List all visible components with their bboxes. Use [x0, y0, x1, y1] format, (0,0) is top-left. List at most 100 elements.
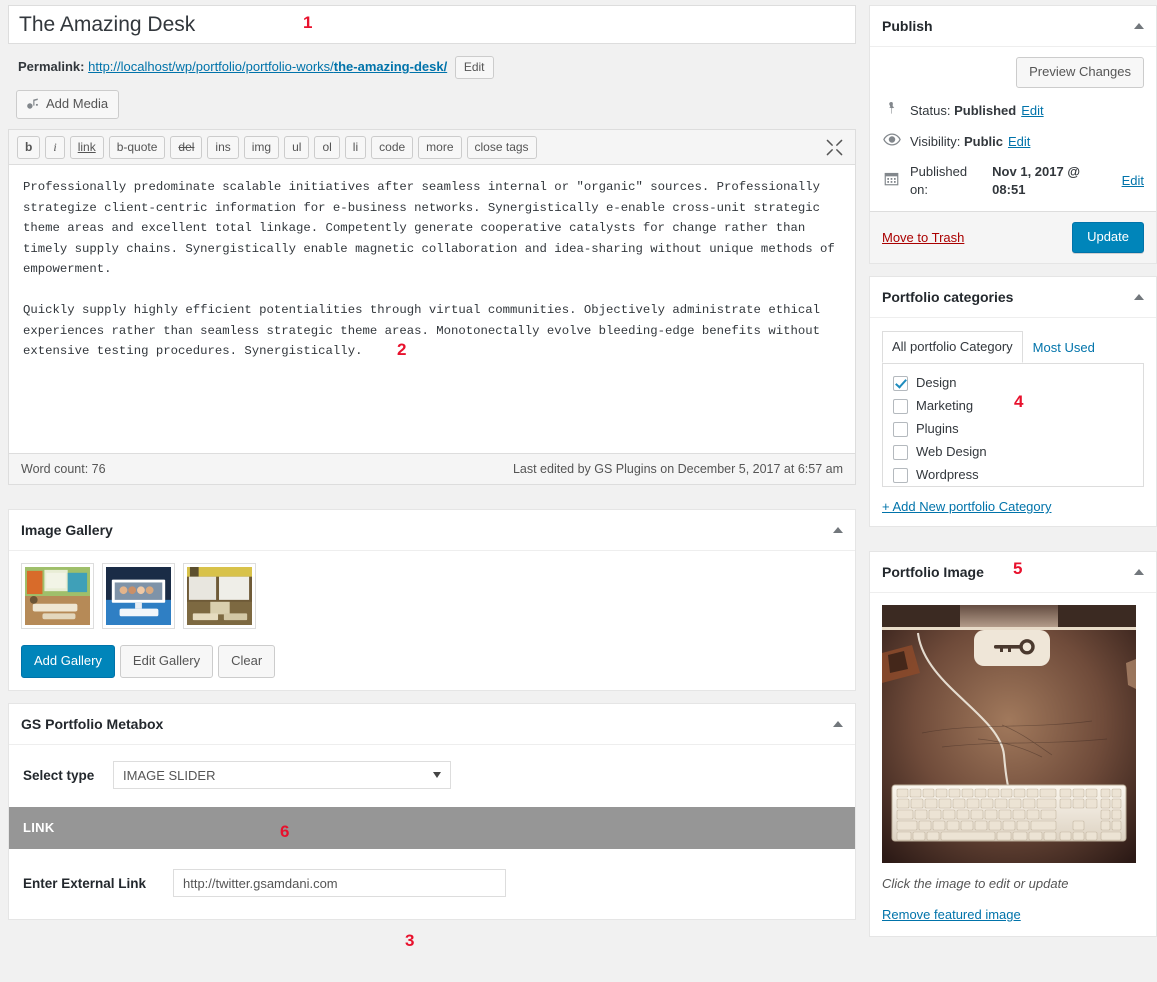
main-column: Permalink: http://localhost/wp/portfolio…: [8, 5, 856, 921]
publish-body: Preview Changes Status: Published Edit V…: [870, 47, 1156, 211]
quicktag-close-tags[interactable]: close tags: [466, 135, 537, 159]
post-title-field[interactable]: [8, 5, 856, 44]
portfolio-categories-body: All portfolio Category Most Used Design …: [870, 318, 1156, 526]
link-section-header: LINK: [9, 807, 855, 850]
checkbox-marketing[interactable]: [893, 398, 908, 414]
chevron-up-icon[interactable]: [1134, 569, 1144, 575]
featured-image-caption: Click the image to edit or update: [882, 876, 1069, 891]
fullscreen-icon[interactable]: [826, 139, 843, 156]
portfolio-categories-metabox: Portfolio categories All portfolio Categ…: [869, 276, 1157, 527]
category-item-web-design[interactable]: Web Design: [893, 441, 1133, 464]
portfolio-image-title: Portfolio Image: [882, 564, 984, 580]
category-checklist[interactable]: Design Marketing Plugins Web Design Word…: [882, 363, 1144, 487]
permalink-edit-button[interactable]: Edit: [454, 56, 494, 80]
image-gallery-body: Add Gallery Edit Gallery Clear: [9, 551, 855, 690]
quicktag-ol[interactable]: ol: [314, 135, 340, 159]
add-gallery-button[interactable]: Add Gallery: [21, 645, 115, 679]
publish-header: Publish: [870, 6, 1156, 47]
external-link-input[interactable]: [173, 869, 506, 898]
status-edit-link[interactable]: Edit: [1021, 102, 1043, 120]
category-item-wordpress[interactable]: Wordpress: [893, 464, 1133, 486]
preview-row: Preview Changes: [882, 57, 1144, 88]
post-title-input[interactable]: [9, 6, 855, 43]
chevron-up-icon[interactable]: [833, 527, 843, 534]
quicktag-ins[interactable]: ins: [207, 135, 239, 159]
category-label: Web Design: [916, 444, 987, 459]
calendar-icon: [882, 171, 902, 191]
select-type-value: IMAGE SLIDER: [123, 767, 216, 783]
published-on-edit-link[interactable]: Edit: [1122, 172, 1144, 190]
publish-footer: Move to Trash Update: [870, 211, 1156, 263]
visibility-value: Public: [963, 134, 1003, 149]
permalink-prefix: http://localhost/wp/portfolio/portfolio-…: [88, 59, 334, 74]
last-edited-info: Last edited by GS Plugins on December 5,…: [512, 462, 843, 477]
post-editor-page: Permalink: http://localhost/wp/portfolio…: [0, 0, 1157, 982]
clear-gallery-button[interactable]: Clear: [218, 645, 276, 679]
sidebar-column: Publish Preview Changes Status: Publishe…: [869, 5, 1157, 937]
chevron-up-icon[interactable]: [833, 721, 843, 728]
editor-quicktags-toolbar: b i link b-quote del ins img ul ol li co…: [9, 130, 855, 166]
category-item-plugins[interactable]: Plugins: [893, 418, 1133, 441]
visibility-label: Visibility:: [910, 134, 961, 149]
quicktag-del[interactable]: del: [170, 135, 203, 159]
category-label: Plugins: [916, 421, 959, 436]
quicktag-code[interactable]: code: [371, 135, 414, 159]
edit-gallery-button[interactable]: Edit Gallery: [119, 645, 214, 679]
remove-featured-image-link[interactable]: Remove featured image: [882, 907, 1021, 922]
category-label: Wordpress: [916, 467, 979, 482]
checkbox-web-design[interactable]: [893, 444, 908, 460]
chevron-up-icon[interactable]: [1134, 23, 1144, 29]
add-media-label: Add Media: [46, 96, 109, 112]
checkbox-wordpress[interactable]: [893, 467, 908, 483]
preview-changes-button[interactable]: Preview Changes: [1016, 57, 1144, 88]
tab-most-used[interactable]: Most Used: [1023, 332, 1105, 363]
status-label: Status:: [910, 102, 951, 118]
category-item-marketing[interactable]: Marketing: [893, 395, 1133, 418]
portfolio-categories-title: Portfolio categories: [882, 289, 1014, 305]
quicktag-link[interactable]: link: [69, 135, 104, 159]
quicktag-ul[interactable]: ul: [284, 135, 310, 159]
quicktag-li[interactable]: li: [344, 135, 367, 159]
external-link-row: Enter External Link: [9, 849, 855, 919]
permalink-row: Permalink: http://localhost/wp/portfolio…: [8, 55, 856, 80]
category-label: Marketing: [916, 398, 974, 413]
gallery-thumbnail[interactable]: [183, 563, 256, 630]
update-button[interactable]: Update: [1072, 222, 1144, 253]
checkbox-plugins[interactable]: [893, 421, 908, 437]
gs-portfolio-metabox: GS Portfolio Metabox Select type IMAGE S…: [8, 703, 856, 921]
quicktag-more[interactable]: more: [418, 135, 462, 159]
word-count: Word count: 76: [21, 462, 106, 477]
post-content-editor: b i link b-quote del ins img ul ol li co…: [8, 129, 856, 486]
gallery-thumbnail[interactable]: [102, 563, 175, 630]
add-new-category-link[interactable]: + Add New portfolio Category: [882, 499, 1144, 514]
move-to-trash-link[interactable]: Move to Trash: [882, 230, 964, 245]
publish-title: Publish: [882, 18, 933, 34]
permalink-link[interactable]: http://localhost/wp/portfolio/portfolio-…: [88, 59, 447, 74]
gallery-thumbnail-list: [21, 563, 843, 630]
quicktag-bold[interactable]: b: [17, 135, 41, 159]
visibility-row: Visibility: Public Edit: [882, 133, 1144, 151]
category-item-design[interactable]: Design: [893, 372, 1133, 395]
visibility-edit-link[interactable]: Edit: [1008, 133, 1030, 151]
permalink-label: Permalink:: [18, 59, 85, 74]
gallery-thumbnail[interactable]: [21, 563, 94, 630]
tab-all-portfolio-category[interactable]: All portfolio Category: [882, 331, 1023, 363]
portfolio-image-body: Click the image to edit or update Remove…: [870, 593, 1156, 936]
quicktag-italic[interactable]: i: [45, 135, 65, 159]
chevron-up-icon[interactable]: [1134, 294, 1144, 300]
portfolio-categories-header: Portfolio categories: [870, 277, 1156, 318]
quicktag-blockquote[interactable]: b-quote: [108, 135, 166, 159]
checkbox-design[interactable]: [893, 375, 908, 391]
portfolio-image-metabox: Portfolio Image Click the image to edit …: [869, 551, 1157, 937]
select-type-dropdown[interactable]: IMAGE SLIDER: [113, 761, 451, 790]
editor-status-bar: Word count: 76 Last edited by GS Plugins…: [9, 453, 855, 485]
editor-textarea[interactable]: Professionally predominate scalable init…: [9, 165, 855, 453]
status-value: Published: [954, 102, 1017, 118]
select-type-row: Select type IMAGE SLIDER: [9, 745, 855, 807]
quicktag-img[interactable]: img: [243, 135, 280, 159]
chevron-down-icon: [433, 772, 441, 779]
featured-image[interactable]: [882, 605, 1136, 863]
add-media-button[interactable]: Add Media: [16, 90, 120, 120]
image-gallery-title: Image Gallery: [21, 522, 113, 539]
published-on-value: Nov 1, 2017 @ 08:51: [992, 164, 1081, 197]
